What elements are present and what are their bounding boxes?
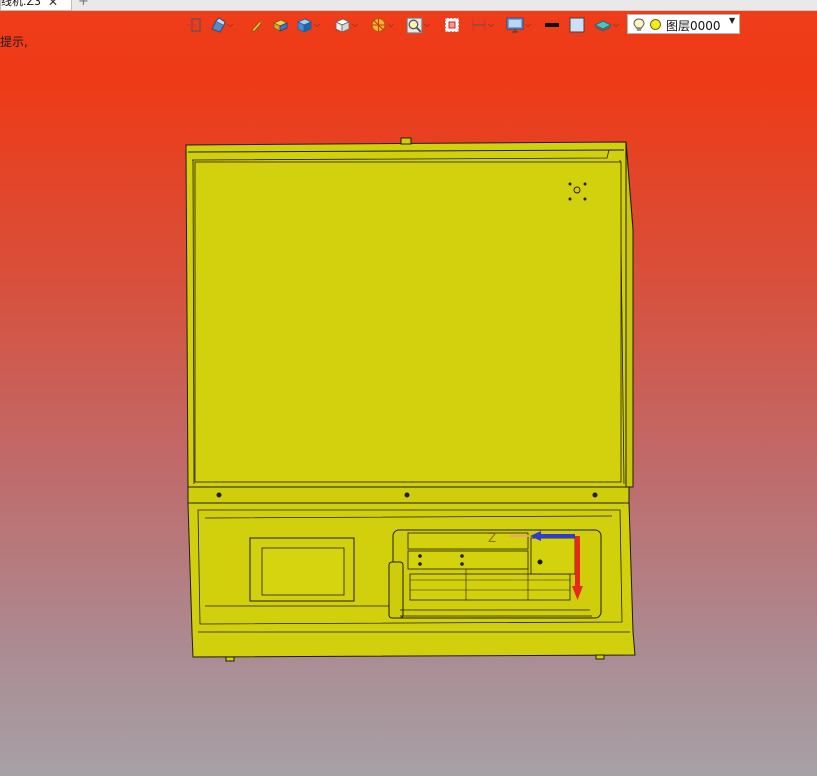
right-foot [595, 654, 605, 660]
chevron-down-icon[interactable]: ⌵ [525, 20, 531, 30]
line-style-button[interactable] [544, 16, 560, 34]
chevron-down-icon[interactable]: ⌵ [613, 20, 619, 30]
dropdown-arrow-icon[interactable]: ▼ [729, 16, 735, 25]
display-monitor-icon [506, 17, 524, 33]
layer-selector[interactable]: 图层0000 ▼ [627, 14, 740, 34]
chevron-down-icon[interactable]: ⌵ [227, 20, 233, 30]
document-tab[interactable]: 线机.Z3 ✕ [0, 0, 72, 11]
gantry-lower [407, 550, 529, 570]
close-icon[interactable]: ✕ [48, 0, 58, 8]
chevron-down-icon[interactable]: ⌵ [314, 20, 320, 30]
layer-name: 图层0000 [666, 19, 721, 33]
plus-icon[interactable]: + [78, 0, 89, 9]
control-screen [261, 547, 345, 596]
3d-viewport[interactable]: Z [0, 40, 817, 776]
z-axis-label: Z [488, 531, 496, 545]
document-tab-label: 线机.Z3 [1, 0, 42, 8]
pen-sketch-icon [211, 17, 226, 33]
zoom-fit-button[interactable]: ⌵ [406, 16, 430, 34]
zoom-window-icon [444, 17, 460, 33]
color-swatch-button[interactable] [569, 16, 585, 34]
chevron-down-icon[interactable]: ⌵ [352, 20, 358, 30]
colored-block-icon [273, 19, 288, 32]
layer-plane-button[interactable]: ⌵ [594, 16, 619, 34]
layer-color-dot [650, 19, 661, 30]
color-swatch-icon [569, 17, 585, 33]
zoom-window-button[interactable] [444, 16, 460, 34]
chevron-down-icon[interactable]: ⌵ [388, 20, 394, 30]
chevron-down-icon[interactable]: ⌵ [488, 20, 494, 30]
display-monitor-button[interactable]: ⌵ [506, 16, 531, 34]
layer-plane-icon [594, 20, 612, 32]
left-foot [225, 656, 235, 662]
pencil-icon [251, 19, 264, 32]
pen-sketch-button[interactable]: ⌵ [210, 16, 233, 34]
right-side-face [625, 141, 634, 488]
line-style-icon [545, 23, 559, 27]
work-bed [409, 573, 571, 601]
lightbulb-icon [633, 18, 645, 31]
shaded-cube-icon [297, 18, 312, 33]
z-axis-arrow [575, 536, 580, 588]
upper-panel [194, 161, 622, 483]
white-cube-icon [335, 18, 350, 33]
section-wheel-icon [371, 18, 386, 32]
zoom-fit-icon [406, 17, 423, 33]
section-wheel-button[interactable]: ⌵ [370, 16, 394, 34]
top-handle [400, 137, 412, 145]
machine-model [185, 137, 636, 662]
chevron-down-icon[interactable]: ⌵ [424, 20, 430, 30]
white-cube-button[interactable]: ⌵ [334, 16, 358, 34]
dimension-icon [472, 19, 486, 31]
shaded-cube-button[interactable]: ⌵ [296, 16, 320, 34]
exit-sketch-button[interactable] [186, 16, 202, 34]
pencil-button[interactable] [250, 16, 264, 34]
document-tab-bar: 线机.Z3 ✕ + [0, 0, 817, 11]
right-module [530, 537, 576, 575]
dimension-button[interactable]: ⌵ [471, 16, 494, 34]
x-axis-arrow [541, 534, 575, 538]
colored-block-button[interactable] [272, 16, 289, 34]
exit-sketch-icon [187, 18, 201, 32]
